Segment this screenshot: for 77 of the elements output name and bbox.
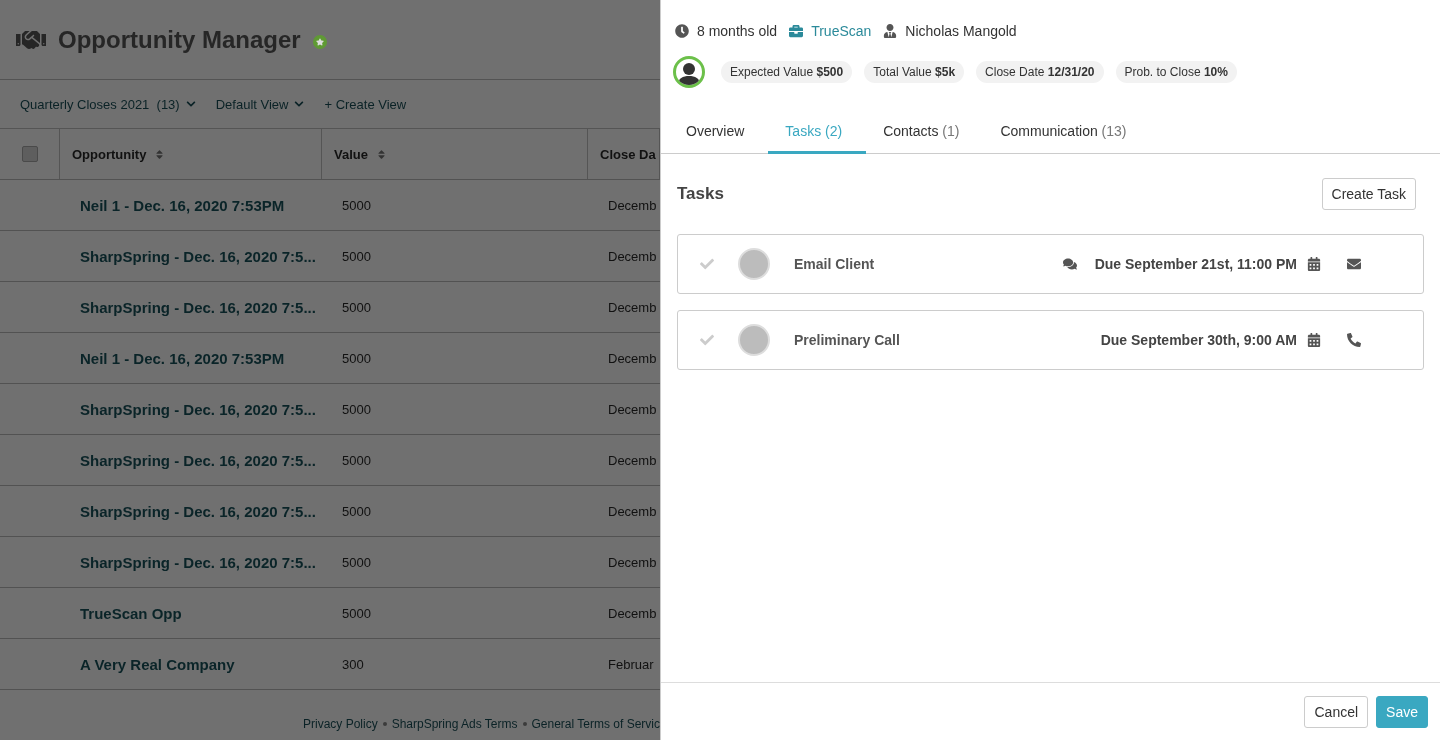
- table-cell-text: 5000: [341, 197, 372, 213]
- briefcase-icon: [789, 24, 804, 38]
- age-text: 8 months old: [697, 23, 778, 39]
- table-cell-text: 5000: [341, 605, 372, 621]
- table-cell-text: 5000: [341, 401, 372, 417]
- task-due-date: Due September 21st, 11:00 PM: [1062, 256, 1297, 272]
- view-dropdown[interactable]: Default View: [215, 96, 305, 112]
- tab[interactable]: Communication (13): [983, 110, 1151, 154]
- clock-icon: [675, 24, 689, 38]
- opportunity-link[interactable]: SharpSpring - Dec. 16, 2020 7:5...: [60, 400, 322, 418]
- calendar-icon[interactable]: [1307, 333, 1321, 347]
- create-view-link[interactable]: + Create View: [324, 96, 407, 112]
- company-link[interactable]: TrueScan: [811, 23, 872, 39]
- avatar-silhouette: [673, 56, 705, 88]
- table-cell-text: 300: [341, 656, 365, 672]
- opportunity-link[interactable]: SharpSpring - Dec. 16, 2020 7:5...: [60, 553, 322, 571]
- comments-icon[interactable]: [1062, 257, 1077, 271]
- table-cell-text: 5000: [341, 503, 372, 519]
- opportunity-link[interactable]: SharpSpring - Dec. 16, 2020 7:5...: [60, 451, 322, 469]
- footer-link[interactable]: General Terms of Servic: [531, 717, 660, 731]
- tab[interactable]: Tasks (2): [768, 110, 867, 154]
- stat-chip: Total Value $5k: [864, 61, 965, 83]
- section-title: Tasks: [677, 184, 724, 204]
- opportunity-link[interactable]: SharpSpring - Dec. 16, 2020 7:5...: [60, 247, 322, 265]
- create-task-button[interactable]: Create Task: [1321, 178, 1416, 210]
- stat-chip: Prob. to Close 10%: [1115, 61, 1237, 83]
- table-cell-text: Decemb: [607, 197, 658, 213]
- tab[interactable]: Contacts (1): [866, 110, 984, 154]
- save-button[interactable]: Save: [1376, 695, 1428, 728]
- opportunity-link[interactable]: SharpSpring - Dec. 16, 2020 7:5...: [60, 298, 322, 316]
- task-title: Preliminary Call: [794, 332, 900, 348]
- sort-icon[interactable]: [154, 148, 166, 160]
- check-icon[interactable]: [700, 333, 714, 347]
- task-due-date: Due September 30th, 9:00 AM: [1100, 332, 1297, 348]
- footer-link[interactable]: SharpSpring Ads Terms: [391, 717, 518, 731]
- table-cell-text: Decemb: [607, 605, 658, 621]
- avatar-photo-placeholder: [738, 324, 770, 356]
- table-cell-text: Decemb: [607, 248, 658, 264]
- calendar-icon[interactable]: [1307, 257, 1321, 271]
- table-cell-text: Februar: [607, 656, 655, 672]
- table-cell-text: Decemb: [607, 401, 658, 417]
- footer-link[interactable]: Privacy Policy: [302, 717, 378, 731]
- table-cell-text: 5000: [341, 452, 372, 468]
- opportunity-link[interactable]: TrueScan Opp: [60, 604, 322, 622]
- opportunity-link[interactable]: Neil 1 - Dec. 16, 2020 7:53PM: [60, 196, 322, 214]
- owner-name: Nicholas Mangold: [905, 23, 1017, 39]
- select-all-checkbox[interactable]: [22, 146, 38, 162]
- chevron-down-icon: [185, 99, 196, 109]
- opportunity-link[interactable]: A Very Real Company: [60, 655, 322, 673]
- table-cell-text: Decemb: [607, 452, 658, 468]
- column-header[interactable]: Opportunity: [60, 129, 322, 179]
- cancel-button[interactable]: Cancel: [1304, 695, 1369, 728]
- task-title: Email Client: [794, 256, 875, 272]
- stat-chip: Expected Value $500: [721, 61, 853, 83]
- tab[interactable]: Overview: [669, 110, 769, 154]
- opportunity-link[interactable]: Neil 1 - Dec. 16, 2020 7:53PM: [60, 349, 322, 367]
- user-icon: [883, 24, 898, 38]
- phone-icon: [1347, 333, 1361, 347]
- table-cell-text: Decemb: [607, 299, 658, 315]
- view-dropdown[interactable]: Quarterly Closes 2021 (13): [20, 96, 196, 112]
- column-header[interactable]: Value: [322, 129, 588, 179]
- table-cell-text: 5000: [341, 248, 372, 264]
- opportunity-link[interactable]: SharpSpring - Dec. 16, 2020 7:5...: [60, 502, 322, 520]
- table-cell-text: 5000: [341, 554, 372, 570]
- table-cell-text: 5000: [341, 350, 372, 366]
- table-cell-text: Decemb: [607, 503, 658, 519]
- check-icon[interactable]: [700, 257, 714, 271]
- avatar-photo-placeholder: [738, 248, 770, 280]
- envelope-icon: [1347, 257, 1361, 271]
- table-cell-text: Decemb: [607, 350, 658, 366]
- chevron-down-icon: [294, 99, 305, 109]
- page-title: Opportunity Manager: [58, 25, 301, 54]
- table-cell-text: 5000: [341, 299, 372, 315]
- star-icon: [312, 34, 327, 49]
- sort-icon[interactable]: [375, 148, 387, 160]
- table-cell-text: Decemb: [607, 554, 658, 570]
- stat-chip: Close Date 12/31/20: [976, 61, 1104, 83]
